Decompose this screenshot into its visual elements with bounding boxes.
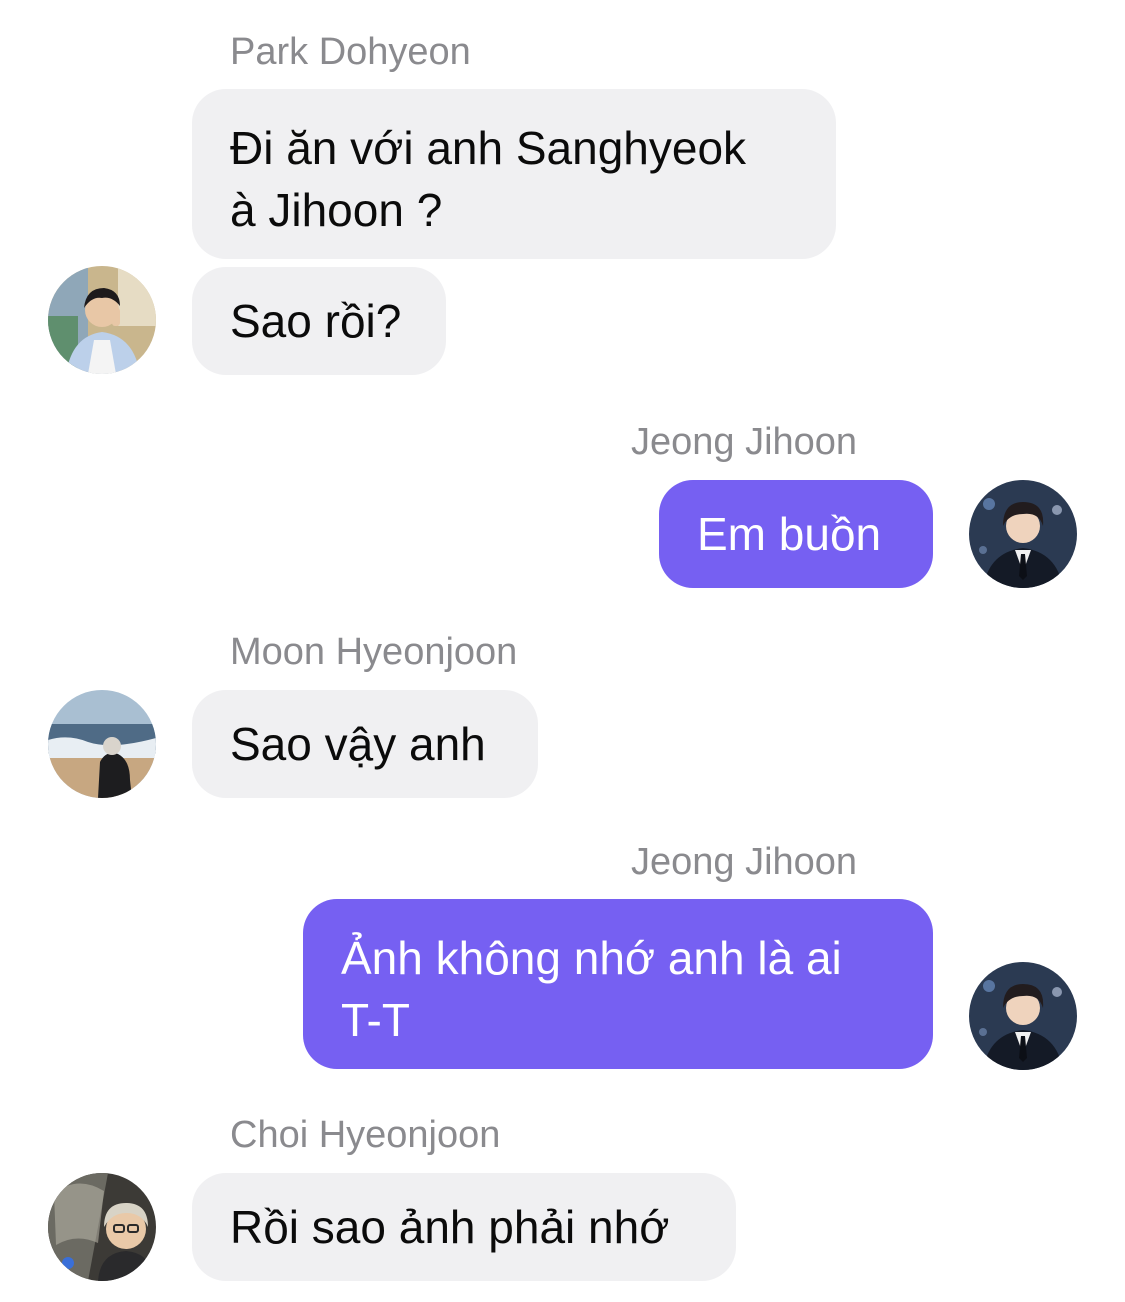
avatar-park-dohyeon[interactable] xyxy=(48,266,156,374)
avatar-moon-hyeonjoon[interactable] xyxy=(48,690,156,798)
sender-name-moon-hyeonjoon: Moon Hyeonjoon xyxy=(230,631,518,673)
message-bubble-incoming[interactable]: Sao vậy anh xyxy=(192,690,538,798)
sender-name-jeong-jihoon: Jeong Jihoon xyxy=(631,421,858,463)
message-bubble-incoming[interactable]: Đi ăn với anh Sanghyeok à Jihoon ? xyxy=(192,89,836,259)
avatar-choi-hyeonjoon[interactable] xyxy=(48,1173,156,1281)
message-bubble-outgoing[interactable]: Em buồn xyxy=(659,480,933,588)
avatar-jeong-jihoon[interactable] xyxy=(969,480,1077,588)
avatar-jeong-jihoon[interactable] xyxy=(969,962,1077,1070)
message-bubble-incoming[interactable]: Sao rồi? xyxy=(192,267,446,375)
message-bubble-outgoing[interactable]: Ảnh không nhớ anh là ai T-T xyxy=(303,899,933,1069)
message-bubble-incoming[interactable]: Rồi sao ảnh phải nhớ xyxy=(192,1173,736,1281)
sender-name-choi-hyeonjoon: Choi Hyeonjoon xyxy=(230,1114,501,1156)
sender-name-jeong-jihoon: Jeong Jihoon xyxy=(631,841,858,883)
sender-name-park-dohyeon: Park Dohyeon xyxy=(230,31,471,73)
